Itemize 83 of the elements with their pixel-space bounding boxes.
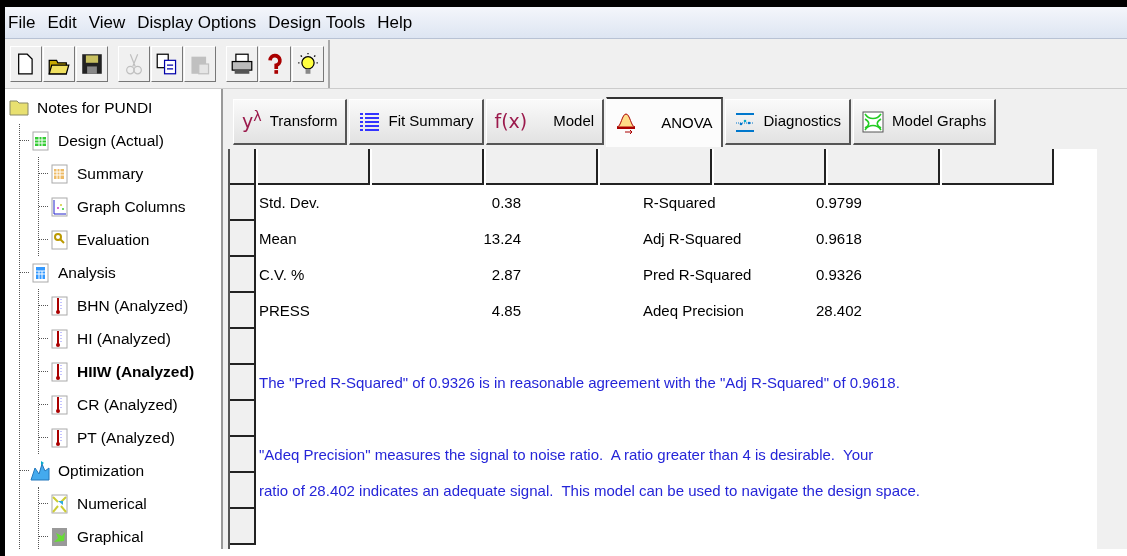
stat-value: 0.9799 <box>816 192 863 213</box>
stat-label: PRESS <box>259 300 311 321</box>
stat-value: 4.85 <box>490 300 521 321</box>
list-icon <box>358 110 381 133</box>
tree-item[interactable]: Numerical <box>77 491 147 516</box>
light-bulb-icon <box>297 52 319 75</box>
thermometer-icon <box>49 294 70 317</box>
residual-plot-icon <box>733 110 756 133</box>
toolbar-button[interactable] <box>259 45 291 82</box>
tree-item[interactable]: BHN (Analyzed) <box>77 293 189 318</box>
tree-item[interactable]: HI (Analyzed) <box>77 326 171 351</box>
tree-item[interactable]: Graphical <box>77 524 144 549</box>
bell-curve-icon <box>615 112 638 134</box>
scatter-plot-icon <box>49 195 70 218</box>
tab[interactable]: f(x) Model <box>485 99 605 145</box>
tree-item[interactable]: Graph Columns <box>77 194 186 219</box>
contour-plot-icon <box>862 110 885 133</box>
mountain-chart-icon <box>30 459 51 482</box>
toolbar-button[interactable] <box>76 45 108 82</box>
stat-label: Adj R-Squared <box>643 228 743 249</box>
menu-item[interactable]: File <box>5 9 45 36</box>
stat-value: 0.9326 <box>816 264 863 285</box>
thermometer-icon <box>49 393 70 416</box>
row-header <box>230 473 256 509</box>
row-header <box>230 329 256 365</box>
note-text: ratio of 28.402 indicates an adequate signal. This model can be used to navigate the design space. <box>258 480 920 501</box>
tab[interactable]: ANOVA <box>606 97 723 147</box>
tree-item[interactable]: HIIW (Analyzed) <box>77 359 195 384</box>
stat-label: Mean <box>259 228 298 249</box>
row-header <box>230 365 256 401</box>
tree-item[interactable]: Analysis <box>58 260 116 285</box>
tree-item[interactable]: Notes for PUNDI <box>37 95 153 120</box>
tab[interactable]: Model Graphs <box>853 99 997 145</box>
row-header <box>230 221 256 257</box>
row-header <box>230 257 256 293</box>
stat-value: 2.87 <box>490 264 521 285</box>
stat-label: C.V. % <box>259 264 306 285</box>
toolbar-button[interactable] <box>10 45 42 82</box>
note-text: The "Pred R-Squared" of 0.9326 is in reasonable agreement with the "Adj R-Squared" of 0.9618. <box>258 372 900 393</box>
printer-icon <box>231 52 253 75</box>
menu-item[interactable]: Edit <box>44 9 86 36</box>
row-header <box>230 437 256 473</box>
tree-item[interactable]: Design (Actual) <box>58 128 164 153</box>
stat-label: Adeq Precision <box>643 300 745 321</box>
magnifier-icon <box>49 228 70 251</box>
thermometer-icon <box>49 360 70 383</box>
menu-item[interactable]: Display Options <box>134 9 266 36</box>
tab[interactable]: Fit Summary <box>349 99 484 145</box>
stat-value: 13.24 <box>482 228 521 249</box>
copy-icon <box>156 52 178 75</box>
tab[interactable]: Diagnostics <box>724 99 852 145</box>
menu-item[interactable]: Design Tools <box>265 9 375 36</box>
row-header <box>230 401 256 437</box>
stat-label: Pred R-Squared <box>643 264 753 285</box>
menu-item[interactable]: View <box>85 9 135 36</box>
toolbar-button[interactable] <box>43 45 75 82</box>
tree-item[interactable]: PT (Analyzed) <box>77 425 175 450</box>
row-header <box>230 149 256 185</box>
calculator-icon <box>30 261 51 284</box>
stat-label: Std. Dev. <box>259 192 321 213</box>
menu-item[interactable]: Help <box>374 9 422 36</box>
note-text: "Adeq Precision" measures the signal to noise ratio. A ratio greater than 4 is desirable. Your <box>258 444 874 465</box>
stat-label: R-Squared <box>643 192 717 213</box>
tree-item[interactable]: Optimization <box>58 458 145 483</box>
row-header <box>230 293 256 329</box>
stat-value: 0.9618 <box>816 228 863 249</box>
toolbar-button[interactable] <box>292 45 324 82</box>
row-header <box>230 185 256 221</box>
tab[interactable]: y$^{λ}$ Transform <box>233 99 348 145</box>
stat-value: 0.38 <box>490 192 521 213</box>
crosshair-icon <box>49 492 70 515</box>
tree-item[interactable]: Evaluation <box>77 227 150 252</box>
tree-item[interactable]: CR (Analyzed) <box>77 392 178 417</box>
thermometer-icon <box>49 327 70 350</box>
stat-value: 28.402 <box>816 300 863 321</box>
tree-item[interactable]: Summary <box>77 161 144 186</box>
scissors-icon <box>123 52 145 75</box>
row-header <box>230 509 256 545</box>
toolbar-button[interactable] <box>151 45 183 82</box>
thermometer-icon <box>49 426 70 449</box>
table-icon <box>30 129 51 152</box>
table-icon <box>49 162 70 185</box>
toolbar-button[interactable] <box>226 45 258 82</box>
